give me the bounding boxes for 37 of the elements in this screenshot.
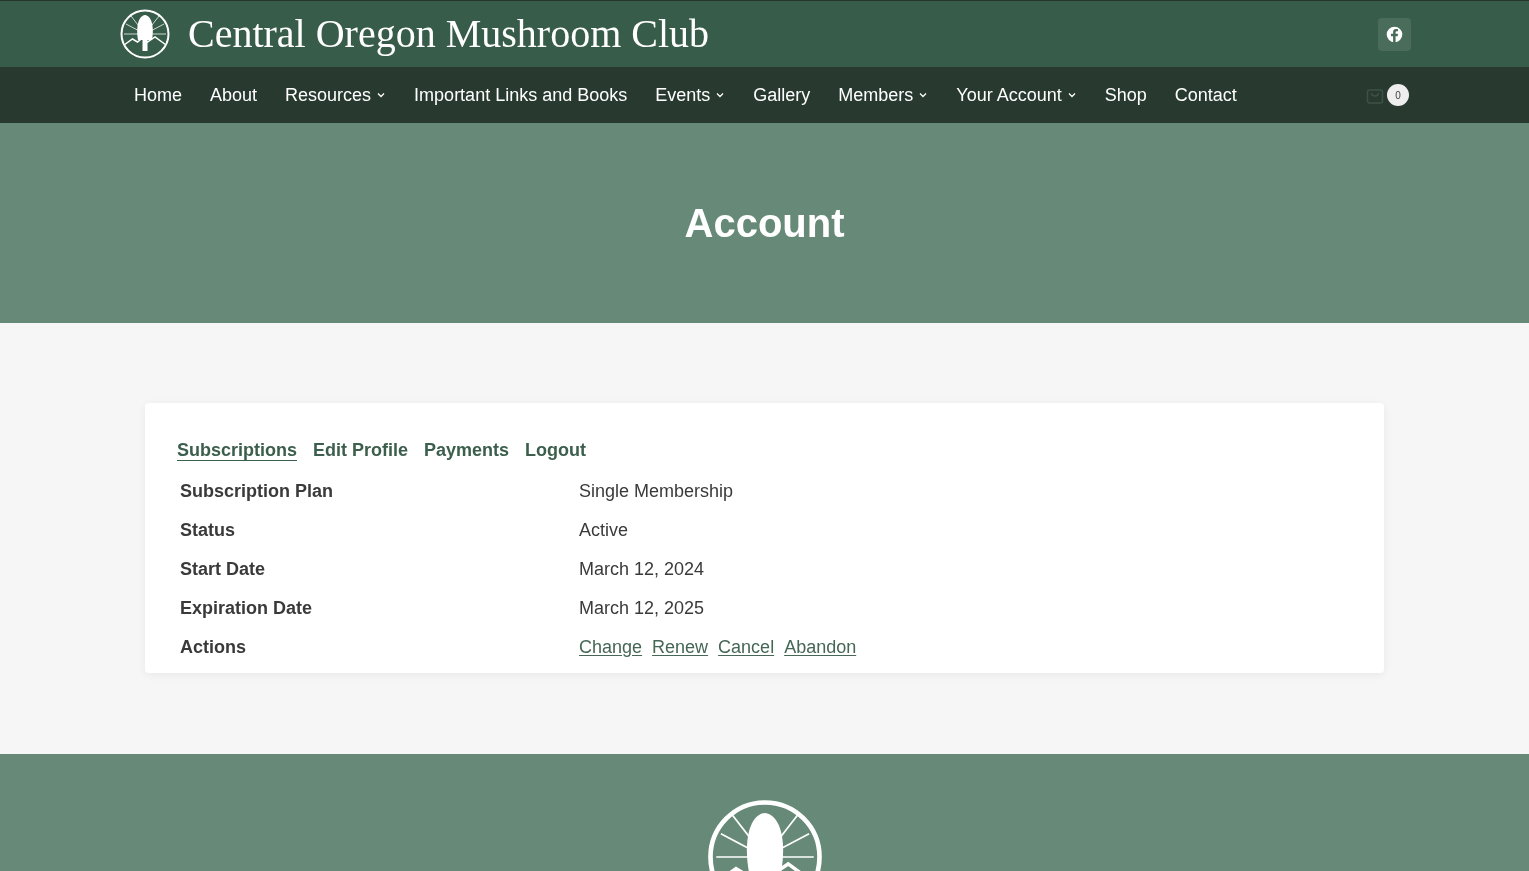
site-title[interactable]: Central Oregon Mushroom Club [188,14,710,54]
page-title: Account [684,200,845,247]
action-link[interactable]: Cancel [718,634,775,661]
nav-link[interactable]: About [196,81,272,109]
detail-label: Start Date [180,558,267,581]
detail-value: March 12, 2025 [579,597,706,620]
nav-link[interactable]: Resources [271,81,401,109]
action-link[interactable]: Abandon [784,634,857,661]
detail-label: Subscription Plan [180,480,335,503]
nav-link[interactable]: Home [120,81,196,109]
detail-label: Status [180,519,236,542]
nav-link[interactable]: Your Account [942,81,1091,109]
account-tab[interactable]: Edit Profile [313,437,409,464]
action-link[interactable]: Change [579,634,643,661]
account-tab[interactable]: Payments [424,437,510,464]
account-tab[interactable]: Logout [525,437,587,464]
facebook-button[interactable] [1378,17,1411,51]
detail-label: Actions [180,636,247,659]
nav-link[interactable]: Contact [1160,81,1251,109]
cart-count-badge: 0 [1387,84,1409,106]
nav-link[interactable]: Events [641,81,740,109]
chevron-down-icon [715,90,726,100]
nav-link[interactable]: Important Links and Books [400,81,642,109]
account-tab[interactable]: Subscriptions [177,437,297,464]
detail-label: Expiration Date [180,597,314,620]
chevron-down-icon [376,90,387,100]
nav-link[interactable]: Gallery [739,81,825,109]
detail-value: March 12, 2024 [579,558,706,581]
nav-link[interactable]: Shop [1090,81,1161,109]
facebook-icon [1386,25,1403,43]
chevron-down-icon [1066,90,1077,100]
chevron-down-icon [918,90,929,100]
detail-value: Active [579,519,630,542]
nav-link[interactable]: Members [824,81,943,109]
detail-value: Single Membership [579,480,735,503]
mushroom-logo-icon [120,9,170,59]
action-link[interactable]: Renew [652,634,709,661]
